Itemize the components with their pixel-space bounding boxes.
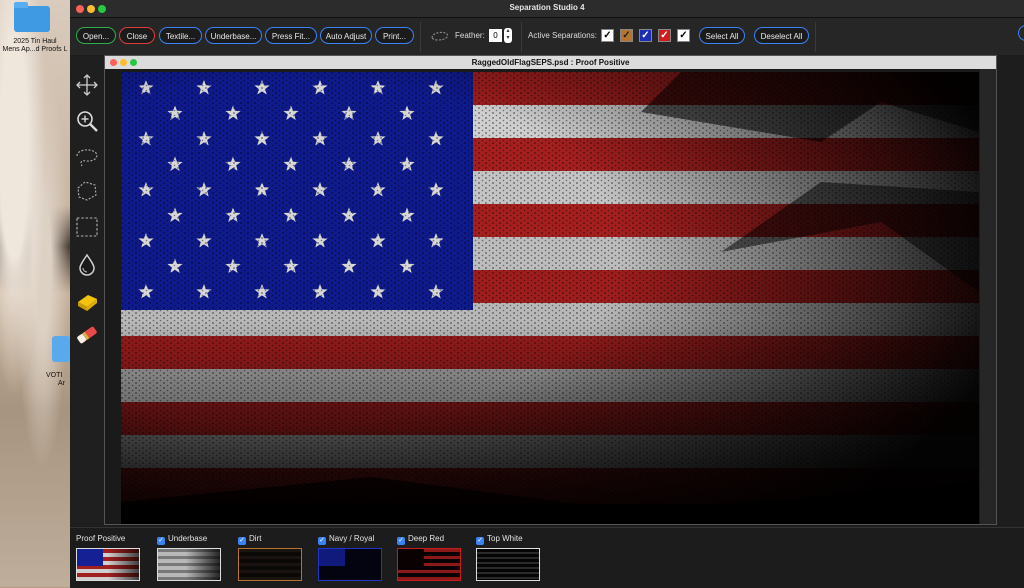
separation-checkbox-dirt[interactable]: ✓ [620,29,633,42]
separation-label: Top White [487,534,523,543]
separation-checkbox[interactable]: ✓ [318,537,326,545]
separation-label: Dirt [249,534,262,543]
toolbar-divider [420,22,421,52]
toolbar: Open... Close Textile... Underbase... Pr… [70,18,1024,55]
separation-label-row: ✓ Navy / Royal [318,533,384,545]
desktop: 2025 Tin Haul Mens Ap...d Proofs L VOTI … [0,0,70,587]
separation-label: Deep Red [408,534,445,543]
app-title: Separation Studio 4 [509,3,585,12]
tool-palette [70,56,104,526]
separation-label-row: ✓ Dirt [238,533,304,545]
open-button[interactable]: Open... [76,27,116,44]
check-icon: ✓ [603,30,612,41]
feather-input[interactable]: 0 [489,29,502,42]
separation-thumbnail[interactable] [238,548,302,581]
check-icon: ✓ [622,30,631,41]
separation-label-row: ✓ Deep Red [397,533,463,545]
desktop-folder-label-line1: 2025 Tin Haul [13,38,57,45]
deselect-all-button[interactable]: Deselect All [754,27,809,44]
check-icon: ✓ [660,30,669,41]
separation-checkbox[interactable]: ✓ [238,537,246,545]
separation-checkbox[interactable]: ✓ [157,537,165,545]
folder-icon[interactable] [14,2,50,32]
select-all-button[interactable]: Select All [699,27,745,44]
document-window: RaggedOldFlagSEPS.psd : Proof Positive [104,55,997,525]
check-icon: ✓ [679,30,688,41]
separation-thumbnail[interactable] [318,548,382,581]
toolbar-divider [815,22,816,52]
eraser-icon[interactable] [74,322,100,348]
separation-thumb-underbase[interactable]: ✓ Underbase [157,533,223,581]
separation-thumbnail[interactable] [157,548,221,581]
separation-checkbox[interactable]: ✓ [476,537,484,545]
desktop-file-label[interactable]: VOTI Ar [46,372,70,388]
separation-label: Navy / Royal [329,534,375,543]
underbase-button[interactable]: Underbase... [205,27,262,44]
document-title: RaggedOldFlagSEPS.psd : Proof Positive [471,58,630,67]
flag-image [121,72,979,524]
separation-checkbox-top-white[interactable]: ✓ [677,29,690,42]
textile-button[interactable]: Textile... [159,27,202,44]
zoom-icon[interactable] [74,108,100,134]
lasso-icon[interactable] [74,144,100,170]
desktop-folder-label-line2: Mens Ap...d Proofs L [2,46,68,53]
separation-label: Underbase [168,534,208,543]
separation-label: Proof Positive [76,534,126,543]
press-fit-button[interactable]: Press Fit... [265,27,317,44]
separation-label-row: ✓ Underbase [157,533,223,545]
separation-label-row: ✓ Top White [476,533,542,545]
image-canvas[interactable] [121,72,979,524]
desktop-file-label-line1: VOTI [46,372,63,379]
feather-label: Feather: [455,31,485,40]
app-window: Separation Studio 4 Open... Close Textil… [70,0,1024,588]
separation-checkbox[interactable]: ✓ [397,537,405,545]
separation-thumb-navy-royal[interactable]: ✓ Navy / Royal [318,533,384,581]
canvas-scrollbar[interactable] [980,69,996,524]
desktop-folder-label[interactable]: 2025 Tin Haul Mens Ap...d Proofs L [0,38,70,54]
close-button[interactable]: Close [119,27,155,44]
separation-thumbnail[interactable] [397,548,461,581]
app-titlebar: Separation Studio 4 [70,0,1024,18]
separation-checkbox-white[interactable]: ✓ [601,29,614,42]
separation-thumb-deep-red[interactable]: ✓ Deep Red [397,533,463,581]
toolbar-divider [521,22,522,52]
marquee-icon[interactable] [74,214,100,240]
feather-stepper[interactable]: ▴ ▾ [504,28,512,43]
move-icon[interactable] [74,72,100,98]
separations-strip: Proof Positive ✓ Underbase ✓ Dirt ✓ Navy / … [70,527,1024,588]
feather-lasso-icon [431,31,448,41]
dropper-icon[interactable] [74,252,100,278]
polygon-lasso-icon[interactable] [74,178,100,204]
separation-thumb-top-white[interactable]: ✓ Top White [476,533,542,581]
separation-checkbox-red[interactable]: ✓ [658,29,671,42]
separation-thumb-proof-positive[interactable]: Proof Positive [76,533,142,581]
desktop-file-label-line2: Ar [58,380,65,387]
separation-checkbox-navy[interactable]: ✓ [639,29,652,42]
active-separations-label: Active Separations: [528,31,597,40]
document-icon[interactable] [52,336,70,362]
separation-thumbnail[interactable] [476,548,540,581]
separation-thumb-dirt[interactable]: ✓ Dirt [238,533,304,581]
document-titlebar: RaggedOldFlagSEPS.psd : Proof Positive [105,56,996,69]
check-icon: ✓ [641,30,650,41]
auto-adjust-button[interactable]: Auto Adjust [320,27,372,44]
print-button[interactable]: Print... [375,27,414,44]
separation-thumbnail[interactable] [76,548,140,581]
sponge-icon[interactable] [74,288,100,314]
